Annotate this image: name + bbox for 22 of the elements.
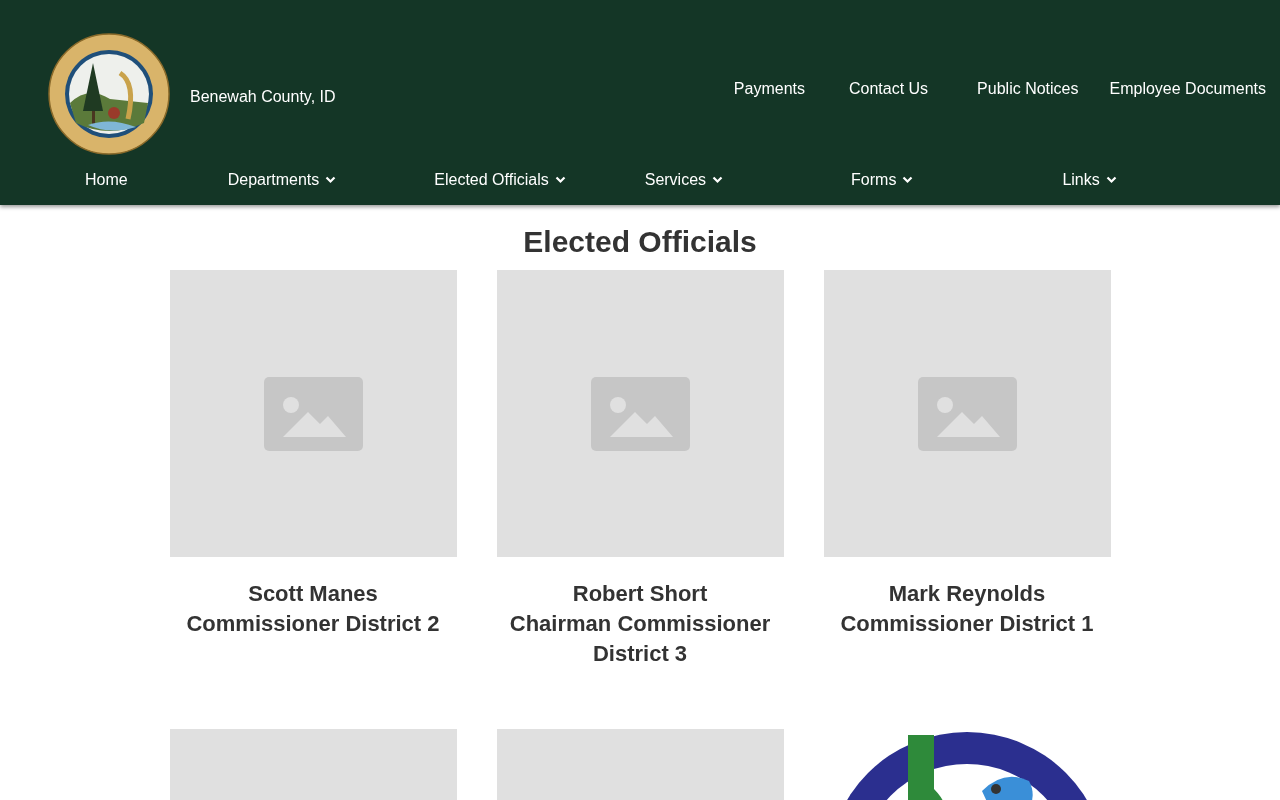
nav-item[interactable]: Elected Officials (434, 168, 566, 192)
nav-item[interactable]: Links (1062, 168, 1117, 192)
header-link[interactable]: Contact Us (848, 77, 929, 101)
nav-item[interactable]: Services (644, 168, 724, 192)
nav-item[interactable]: Forms (851, 168, 914, 192)
image-icon (263, 376, 363, 451)
page-heading: Elected Officials (523, 225, 757, 259)
official-title: Commissioner District 1 (839, 610, 1095, 638)
header-link[interactable]: Payments (733, 77, 805, 101)
official-name: Mark Reynolds (887, 580, 1047, 608)
county-seal-logo[interactable] (48, 33, 170, 155)
official-name: Robert Short (571, 580, 709, 608)
nav-item[interactable]: Home (85, 168, 128, 192)
image-icon (917, 376, 1017, 451)
image-icon (590, 376, 690, 451)
official-name: Scott Manes (247, 580, 379, 608)
nav-item[interactable]: Departments (227, 168, 337, 192)
official-title: Commissioner District 2 (185, 610, 441, 638)
site-name[interactable]: Benewah County, ID (190, 85, 336, 109)
header-link[interactable]: Public Notices (977, 77, 1079, 101)
official-title: Chairman Commissioner District 3 (508, 610, 772, 668)
header-link[interactable]: Employee Documents (1109, 77, 1266, 101)
